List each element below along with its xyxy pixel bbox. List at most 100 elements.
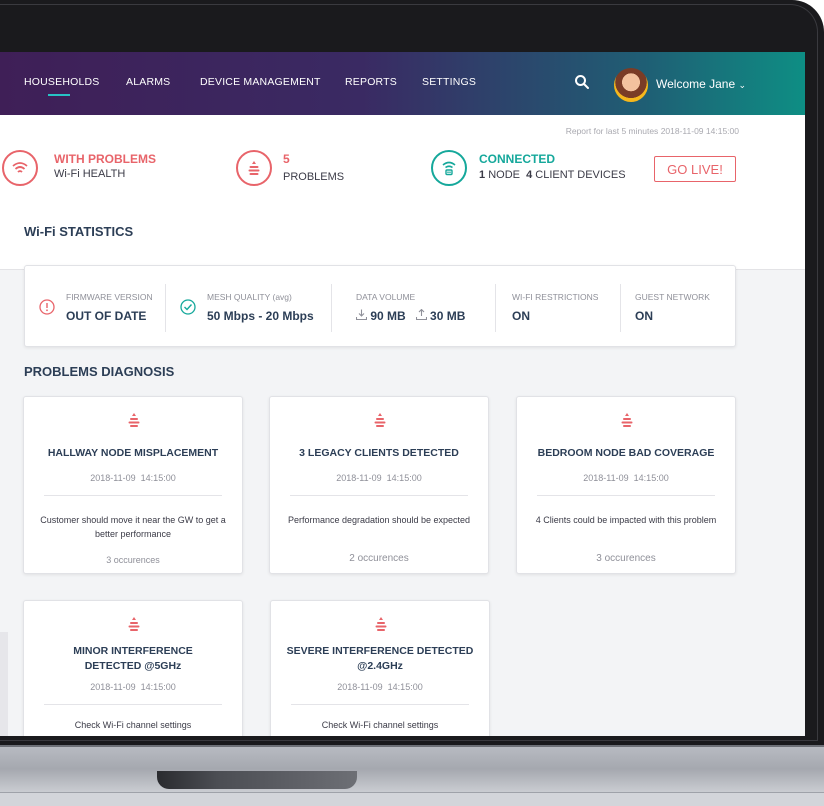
problem-card[interactable]: HALLWAY NODE MISPLACEMENT 2018-11-09 14:… xyxy=(23,396,243,574)
nav-households[interactable]: HOUSEHOLDS xyxy=(24,76,100,88)
problem-card[interactable]: MINOR INTERFERENCE DETECTED @5GHz 2018-1… xyxy=(23,600,243,736)
mesh-label: MESH QUALITY (avg) xyxy=(207,292,292,302)
client-count: 4 xyxy=(526,169,533,181)
user-menu[interactable]: Welcome Jane ⌄ xyxy=(656,77,746,91)
wifi-health-status: WITH PROBLEMS xyxy=(54,152,156,166)
problem-description: 4 Clients could be impacted with this pr… xyxy=(535,515,717,525)
upload-icon xyxy=(415,308,427,321)
node-label: NODE xyxy=(488,169,520,181)
data-volume-label: DATA VOLUME xyxy=(356,292,416,302)
connected-ring xyxy=(431,150,467,186)
mesh-value: 50 Mbps - 20 Mbps xyxy=(207,309,314,323)
download-icon xyxy=(355,309,368,321)
firmware-value: OUT OF DATE xyxy=(66,309,147,323)
card-divider xyxy=(290,495,468,496)
stat-restrictions: WI-FI RESTRICTIONS ON xyxy=(496,266,620,348)
nav-reports[interactable]: REPORTS xyxy=(345,76,397,88)
chevron-down-icon: ⌄ xyxy=(738,80,747,90)
problem-timestamp: 2018-11-09 14:15:00 xyxy=(517,473,735,483)
nav-active-indicator xyxy=(48,94,70,96)
problem-date: 2018-11-09 xyxy=(337,682,383,692)
problem-time: 14:15:00 xyxy=(386,473,422,483)
problem-title: BEDROOM NODE BAD COVERAGE xyxy=(537,447,715,459)
problem-title: 3 LEGACY CLIENTS DETECTED xyxy=(299,447,459,459)
wifi-health-ring xyxy=(2,150,38,186)
connection-details: 1 NODE 4 CLIENT DEVICES xyxy=(479,169,626,181)
upload-value: 30 MB xyxy=(430,309,466,323)
problem-time: 14:15:00 xyxy=(140,682,176,692)
connection-status: CONNECTED xyxy=(479,152,556,166)
report-date: 2018-11-09 14:15:00 xyxy=(660,126,739,136)
card-divider xyxy=(44,704,222,705)
laptop-notch xyxy=(157,771,357,789)
problems-label: PROBLEMS xyxy=(283,171,345,183)
guest-label: GUEST NETWORK xyxy=(635,292,710,302)
nav-alarms[interactable]: ALARMS xyxy=(126,76,170,88)
problem-stack-icon xyxy=(375,617,387,631)
laptop-hinge xyxy=(0,745,824,747)
card-divider xyxy=(537,495,715,496)
problem-date: 2018-11-09 xyxy=(583,473,629,483)
card-divider xyxy=(44,495,222,496)
problem-stack-icon xyxy=(248,161,260,175)
problems-count: 5 xyxy=(283,152,290,166)
problem-description: Check Wi-Fi channel settings xyxy=(321,720,439,730)
nav-device-management[interactable]: DEVICE MANAGEMENT xyxy=(200,76,321,88)
problem-date: 2018-11-09 xyxy=(336,473,382,483)
data-volume-values: 90 MB 30 MB xyxy=(355,308,466,323)
problem-title: MINOR INTERFERENCE DETECTED @5GHz xyxy=(73,645,193,672)
app-screen: HOUSEHOLDS ALARMS DEVICE MANAGEMENT REPO… xyxy=(0,52,805,736)
problem-stack-icon xyxy=(621,413,633,427)
problems-diagnosis-title: PROBLEMS DIAGNOSIS xyxy=(24,364,175,379)
search-icon[interactable] xyxy=(574,74,590,90)
problem-date: 2018-11-09 xyxy=(90,682,136,692)
problem-date: 2018-11-09 xyxy=(90,473,136,483)
router-icon xyxy=(442,161,456,176)
wifi-statistics-panel: FIRMWARE VERSION OUT OF DATE MESH QUALIT… xyxy=(24,265,736,347)
problem-time: 14:15:00 xyxy=(387,682,423,692)
report-text: Report for last 5 minutes xyxy=(565,126,659,136)
laptop-base-edge xyxy=(0,792,824,806)
household-summary: Report for last 5 minutes 2018-11-09 14:… xyxy=(0,115,805,270)
check-circle-icon xyxy=(180,299,196,315)
wifi-icon xyxy=(12,162,28,173)
nav-settings[interactable]: SETTINGS xyxy=(422,76,476,88)
problem-stack-icon xyxy=(374,413,386,427)
problem-timestamp: 2018-11-09 14:15:00 xyxy=(24,473,242,483)
problem-description: Performance degradation should be expect… xyxy=(287,515,471,525)
firmware-label: FIRMWARE VERSION xyxy=(66,292,153,302)
problem-card[interactable]: 3 LEGACY CLIENTS DETECTED 2018-11-09 14:… xyxy=(269,396,489,574)
warning-circle-icon xyxy=(39,299,55,315)
welcome-text: Welcome Jane xyxy=(656,77,736,91)
top-nav: HOUSEHOLDS ALARMS DEVICE MANAGEMENT REPO… xyxy=(0,52,805,115)
go-live-button[interactable]: GO LIVE! xyxy=(654,156,736,182)
problem-description: Check Wi-Fi channel settings xyxy=(74,720,192,730)
problem-stack-icon xyxy=(128,617,140,631)
node-count: 1 xyxy=(479,169,486,181)
user-avatar[interactable] xyxy=(614,68,648,102)
stat-mesh: MESH QUALITY (avg) 50 Mbps - 20 Mbps xyxy=(166,266,331,348)
wifi-statistics-title: Wi-Fi STATISTICS xyxy=(24,224,134,239)
problem-timestamp: 2018-11-09 14:15:00 xyxy=(24,682,242,692)
problem-title: HALLWAY NODE MISPLACEMENT xyxy=(47,447,219,459)
stat-guest-network: GUEST NETWORK ON xyxy=(621,266,735,348)
problem-occurrences: 2 occurences xyxy=(349,553,409,564)
card-divider xyxy=(291,704,469,705)
scrollbar[interactable] xyxy=(0,632,8,736)
stat-firmware: FIRMWARE VERSION OUT OF DATE xyxy=(25,266,165,348)
restrictions-value: ON xyxy=(512,309,530,323)
problem-card[interactable]: SEVERE INTERFERENCE DETECTED @2.4GHz 201… xyxy=(270,600,490,736)
problem-stack-icon xyxy=(128,413,140,427)
problems-ring xyxy=(236,150,272,186)
problem-timestamp: 2018-11-09 14:15:00 xyxy=(271,682,489,692)
client-label: CLIENT DEVICES xyxy=(535,169,626,181)
problem-occurrences: 3 occurences xyxy=(596,553,656,564)
problem-title: SEVERE INTERFERENCE DETECTED @2.4GHz xyxy=(286,645,474,672)
problem-time: 14:15:00 xyxy=(140,473,176,483)
problem-occurrences: 3 occurences xyxy=(106,555,160,565)
problem-time: 14:15:00 xyxy=(633,473,669,483)
download-value: 90 MB xyxy=(370,309,406,323)
problem-card[interactable]: BEDROOM NODE BAD COVERAGE 2018-11-09 14:… xyxy=(516,396,736,574)
restrictions-label: WI-FI RESTRICTIONS xyxy=(512,292,599,302)
problem-description: Customer should move it near the GW to g… xyxy=(40,515,226,539)
